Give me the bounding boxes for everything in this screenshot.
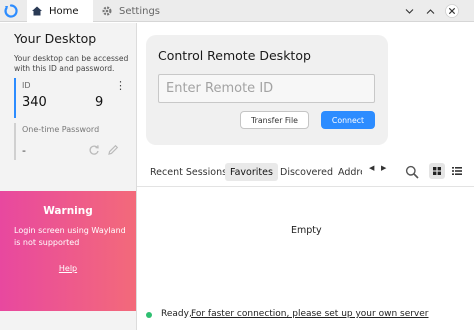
tab-address-book[interactable]: Addre [338, 163, 362, 181]
control-remote-title: Control Remote Desktop [158, 48, 311, 63]
grid-view-icon [433, 167, 441, 175]
warning-banner: Warning Login screen using Wayland is no… [0, 191, 136, 311]
tab-recent-sessions[interactable]: Recent Sessions [150, 163, 227, 181]
connect-button[interactable]: Connect [321, 111, 375, 129]
empty-state-text: Empty [291, 225, 322, 236]
scroll-right-icon[interactable]: ▶ [381, 164, 386, 172]
transfer-file-button[interactable]: Transfer File [240, 111, 309, 129]
server-setup-link[interactable]: For faster connection, please set up you… [191, 309, 429, 319]
more-options-icon[interactable]: ⋮ [115, 79, 126, 92]
id-value-part2[interactable]: 9 [95, 95, 103, 110]
left-panel: Your Desktop Your desktop can be accesse… [0, 23, 137, 330]
warning-text: Login screen using Wayland is not suppor… [14, 226, 126, 247]
close-icon [445, 4, 459, 18]
status-bar: Ready, For faster connection, please set… [137, 305, 474, 327]
search-icon[interactable] [405, 165, 419, 179]
id-label: ID [22, 81, 31, 90]
minimize-icon [405, 8, 413, 14]
edit-icon[interactable] [107, 144, 119, 156]
status-ready-text: Ready, [161, 309, 192, 319]
maximize-icon [426, 8, 434, 14]
tab-favorites[interactable]: Favorites [225, 163, 278, 181]
id-value-part1[interactable]: 340 [22, 95, 47, 110]
list-view-icon[interactable] [450, 164, 464, 178]
remote-id-input[interactable] [158, 74, 375, 103]
control-remote-card: Control Remote Desktop Transfer File Con… [146, 35, 388, 145]
password-section: One-time Password - [14, 123, 126, 160]
scroll-left-icon[interactable]: ◀ [369, 164, 374, 172]
app-logo-icon [4, 4, 18, 18]
grid-view-button[interactable] [429, 163, 445, 179]
home-icon [30, 4, 44, 18]
close-button[interactable] [443, 0, 461, 22]
warning-title: Warning [43, 205, 93, 217]
id-section: ID ⋮ 340 9 [14, 78, 126, 118]
refresh-icon[interactable] [88, 144, 100, 156]
minimize-button[interactable] [400, 0, 418, 22]
help-link[interactable]: Help [0, 264, 136, 273]
your-desktop-title: Your Desktop [14, 31, 97, 46]
title-bar: Home Settings [0, 0, 474, 22]
gear-icon [100, 4, 114, 18]
sessions-tab-bar: Recent Sessions Favorites Discovered Add… [137, 158, 474, 187]
tab-home-label: Home [49, 5, 79, 17]
your-desktop-description: Your desktop can be accessed with this I… [14, 54, 129, 73]
one-time-password-label: One-time Password [22, 125, 100, 134]
tab-settings[interactable]: Settings [98, 0, 168, 22]
tab-settings-label: Settings [119, 5, 161, 17]
tab-home[interactable]: Home [27, 0, 93, 22]
tab-discovered[interactable]: Discovered [280, 163, 333, 181]
status-indicator [146, 312, 152, 318]
maximize-button[interactable] [421, 0, 439, 22]
one-time-password-value[interactable]: - [22, 144, 26, 157]
